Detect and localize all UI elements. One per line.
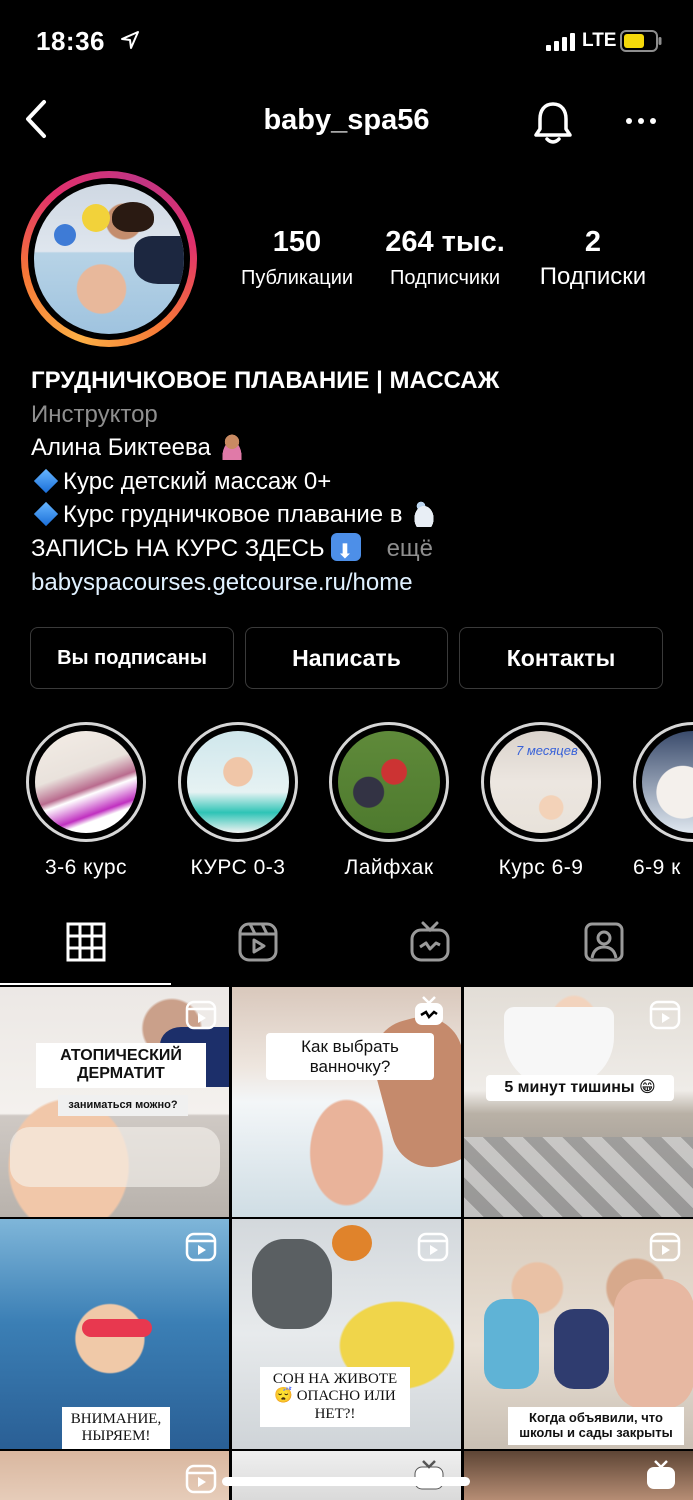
bio-text: Алина Биктеева bbox=[31, 434, 211, 462]
stat-label: Подписки bbox=[539, 263, 647, 290]
stat-value: 2 bbox=[584, 226, 602, 258]
highlight-cover bbox=[178, 722, 298, 842]
avatar-image bbox=[34, 184, 184, 334]
post-caption: Когда объявили, что школы и сады закрыты bbox=[508, 1407, 684, 1445]
igtv-badge-icon bbox=[415, 996, 443, 1025]
blue-diamond-icon bbox=[33, 502, 59, 527]
reel-badge-icon bbox=[185, 1232, 217, 1262]
network-type: LTE bbox=[582, 30, 617, 51]
profile-category: Инструктор bbox=[31, 400, 158, 428]
stat-label: Подписчики bbox=[389, 267, 501, 289]
reel-badge-icon bbox=[185, 1464, 217, 1494]
post-thumbnail[interactable]: ВНИМАНИЕ, НЫРЯЕМ! bbox=[0, 1219, 229, 1449]
followers-count[interactable]: 264 тыс. Подписчики bbox=[374, 226, 516, 290]
profile-username: baby_spa56 bbox=[263, 104, 430, 136]
igtv-badge-icon bbox=[414, 1460, 444, 1490]
bio-line: Курс детский массаж 0+ bbox=[31, 465, 671, 499]
status-bar: 18:36 LTE bbox=[0, 0, 693, 86]
reel-badge-icon bbox=[417, 1232, 449, 1262]
more-options-icon[interactable] bbox=[624, 108, 658, 134]
igtv-badge-icon bbox=[647, 1460, 675, 1489]
following-count[interactable]: 2 Подписки bbox=[524, 226, 662, 291]
post-thumbnail[interactable]: Когда объявили, что школы и сады закрыты bbox=[464, 1219, 693, 1449]
highlight-label: Курс 6-9 bbox=[498, 856, 584, 879]
post-caption: СОН НА ЖИВОТЕ 😴 ОПАСНО ИЛИ НЕТ?! bbox=[260, 1367, 410, 1427]
contacts-button[interactable]: Контакты bbox=[459, 627, 663, 689]
post-thumbnail[interactable]: СОН НА ЖИВОТЕ 😴 ОПАСНО ИЛИ НЕТ?! bbox=[232, 1219, 461, 1449]
highlight-label: 3-6 курс bbox=[44, 856, 128, 879]
highlight-cover bbox=[329, 722, 449, 842]
status-time: 18:36 bbox=[36, 26, 105, 56]
reel-badge-icon bbox=[649, 1232, 681, 1262]
highlight-cover: 7 месяцев bbox=[481, 722, 601, 842]
raising-hand-emoji-icon bbox=[216, 432, 247, 461]
bio-line: Алина Биктеева bbox=[31, 431, 671, 465]
highlight-label: 6-9 к bbox=[633, 856, 681, 879]
message-button[interactable]: Написать bbox=[245, 627, 448, 689]
grid-icon[interactable] bbox=[64, 920, 108, 964]
story-highlight[interactable]: 6-9 к bbox=[633, 722, 693, 880]
post-caption: 5 минут тишины 😁 bbox=[486, 1075, 674, 1102]
story-highlight[interactable]: Лайфхак bbox=[329, 722, 449, 880]
bathtub-emoji-icon bbox=[408, 499, 439, 528]
post-thumbnail[interactable] bbox=[464, 1451, 693, 1500]
stat-label: Публикации bbox=[240, 267, 354, 289]
story-highlight[interactable]: КУРС 0-3 bbox=[178, 722, 298, 880]
following-button[interactable]: Вы подписаны bbox=[30, 627, 234, 689]
reels-icon[interactable] bbox=[236, 920, 280, 964]
post-caption: АТОПИЧЕСКИЙ ДЕРМАТИТ bbox=[36, 1043, 206, 1088]
highlight-cover bbox=[26, 722, 146, 842]
blue-diamond-icon bbox=[33, 468, 59, 493]
post-caption: Как выбрать ванночку? bbox=[266, 1033, 434, 1081]
highlight-label: Лайфхак bbox=[344, 856, 434, 879]
highlight-label: КУРС 0-3 bbox=[190, 856, 286, 879]
post-thumbnail[interactable] bbox=[0, 1451, 229, 1500]
posts-count[interactable]: 150 Публикации bbox=[226, 226, 368, 290]
post-thumbnail[interactable] bbox=[232, 1451, 461, 1500]
post-thumbnail[interactable]: АТОПИЧЕСКИЙ ДЕРМАТИТ заниматься можно? bbox=[0, 987, 229, 1217]
bio-line: ЗАПИСЬ НА КУРС ЗДЕСЬ ещё bbox=[31, 532, 671, 569]
tagged-icon[interactable] bbox=[582, 920, 626, 964]
stat-value: 264 тыс. bbox=[385, 226, 505, 258]
bio-line: Курс грудничковое плавание в bbox=[31, 498, 671, 532]
story-highlight[interactable]: 3-6 курс bbox=[26, 722, 146, 880]
story-highlight[interactable]: 7 месяцев Курс 6-9 bbox=[481, 722, 601, 880]
bio-website-link[interactable]: babyspacourses.getcourse.ru/home bbox=[31, 566, 671, 600]
profile-bio: ГРУДНИЧКОВОЕ ПЛАВАНИЕ | МАССАЖ Инструкто… bbox=[31, 364, 671, 599]
post-thumbnail[interactable]: Как выбрать ванночку? bbox=[232, 987, 461, 1217]
home-indicator[interactable] bbox=[222, 1477, 470, 1486]
bell-icon[interactable] bbox=[532, 100, 574, 146]
igtv-icon[interactable] bbox=[408, 920, 452, 964]
down-arrow-emoji-icon bbox=[330, 532, 361, 569]
battery-icon bbox=[620, 30, 662, 52]
highlight-overlay-text: 7 месяцев bbox=[516, 743, 578, 758]
reel-badge-icon bbox=[185, 1000, 217, 1030]
active-tab-indicator bbox=[0, 983, 171, 985]
bio-text: ЗАПИСЬ НА КУРС ЗДЕСЬ bbox=[31, 534, 325, 562]
bio-text: Курс грудничковое плавание в bbox=[63, 501, 403, 529]
post-subcaption: заниматься можно? bbox=[58, 1095, 188, 1116]
highlight-cover bbox=[633, 722, 693, 842]
location-arrow-icon bbox=[121, 31, 139, 49]
bio-more-link[interactable]: ещё bbox=[387, 535, 433, 562]
bio-text: Курс детский массаж 0+ bbox=[63, 467, 332, 495]
reel-badge-icon bbox=[649, 1000, 681, 1030]
stat-value: 150 bbox=[272, 226, 322, 258]
signal-icon bbox=[546, 33, 575, 51]
profile-avatar[interactable] bbox=[21, 171, 197, 347]
post-caption: ВНИМАНИЕ, НЫРЯЕМ! bbox=[62, 1407, 170, 1449]
profile-name: ГРУДНИЧКОВОЕ ПЛАВАНИЕ | МАССАЖ bbox=[31, 367, 500, 394]
post-thumbnail[interactable]: 5 минут тишины 😁 bbox=[464, 987, 693, 1217]
